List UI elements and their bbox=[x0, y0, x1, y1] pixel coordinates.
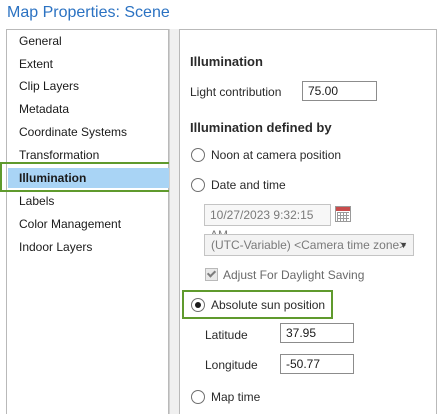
sidebar-item-coordinate-systems[interactable]: Coordinate Systems bbox=[19, 122, 127, 142]
sidebar-selection-highlight bbox=[0, 162, 173, 192]
light-contribution-input[interactable]: 75.00 bbox=[302, 81, 377, 101]
daylight-saving-label[interactable]: Adjust For Daylight Saving bbox=[223, 268, 364, 282]
date-time-radio[interactable] bbox=[191, 178, 205, 192]
map-time-radio[interactable] bbox=[191, 390, 205, 404]
noon-label[interactable]: Noon at camera position bbox=[211, 148, 341, 162]
sidebar-item-extent[interactable]: Extent bbox=[19, 54, 53, 74]
latitude-input[interactable]: 37.95 bbox=[280, 323, 354, 343]
map-time-label[interactable]: Map time bbox=[211, 390, 260, 404]
longitude-label: Longitude bbox=[205, 358, 258, 372]
illumination-defined-by-heading: Illumination defined by bbox=[190, 120, 332, 135]
sidebar-item-indoor-layers[interactable]: Indoor Layers bbox=[19, 237, 92, 257]
sidebar-item-color-management[interactable]: Color Management bbox=[19, 214, 121, 234]
timezone-select[interactable]: (UTC-Variable) <Camera time zone> ▼ bbox=[204, 234, 414, 256]
sidebar-item-labels[interactable]: Labels bbox=[19, 191, 54, 211]
date-time-label[interactable]: Date and time bbox=[211, 178, 286, 192]
sidebar-item-general[interactable]: General bbox=[19, 31, 62, 51]
longitude-input[interactable]: -50.77 bbox=[280, 354, 354, 374]
light-contribution-label: Light contribution bbox=[190, 85, 282, 99]
sidebar: General Extent Clip Layers Metadata Coor… bbox=[6, 29, 176, 414]
check-icon bbox=[206, 268, 217, 278]
chevron-down-icon: ▼ bbox=[399, 240, 408, 250]
daylight-saving-checkbox[interactable] bbox=[205, 268, 218, 281]
panel-divider bbox=[169, 29, 179, 414]
illumination-heading: Illumination bbox=[190, 54, 263, 69]
latitude-label: Latitude bbox=[205, 328, 248, 342]
date-time-input[interactable]: 10/27/2023 9:32:15 AM bbox=[204, 204, 331, 242]
absolute-sun-label[interactable]: Absolute sun position bbox=[211, 298, 325, 312]
absolute-sun-radio[interactable] bbox=[191, 298, 205, 312]
sidebar-item-metadata[interactable]: Metadata bbox=[19, 99, 69, 119]
sidebar-item-clip-layers[interactable]: Clip Layers bbox=[19, 76, 79, 96]
timezone-value: (UTC-Variable) <Camera time zone> bbox=[211, 238, 407, 252]
noon-radio[interactable] bbox=[191, 148, 205, 162]
calendar-icon[interactable] bbox=[335, 206, 351, 222]
window-title: Map Properties: Scene bbox=[7, 4, 170, 21]
